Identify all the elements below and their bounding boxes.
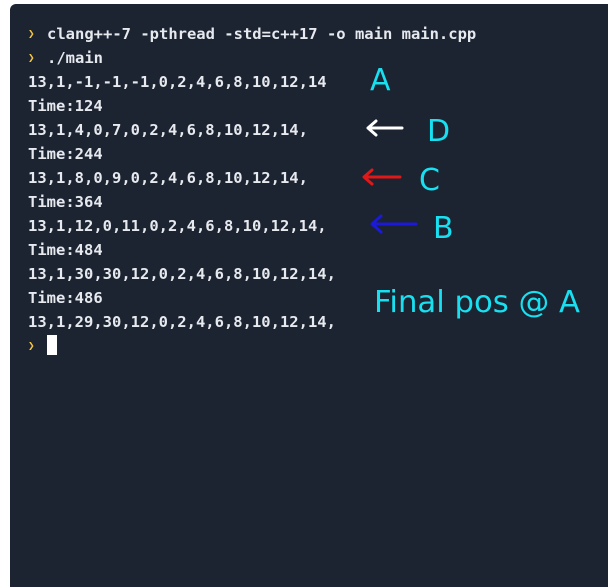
prompt-icon: ❯ <box>28 27 35 40</box>
output-line: 13,1,8,0,9,0,2,4,6,8,10,12,14, <box>28 169 308 187</box>
output-line: Time:486 <box>28 289 103 307</box>
prompt-icon: ❯ <box>28 339 35 352</box>
output-line: Time:364 <box>28 193 103 211</box>
output-line: Time:244 <box>28 145 103 163</box>
output-line: 13,1,29,30,12,0,2,4,6,8,10,12,14, <box>28 313 336 331</box>
text-cursor[interactable] <box>47 335 57 355</box>
input-line[interactable]: ❯ <box>28 334 476 358</box>
output-line: 13,1,4,0,7,0,2,4,6,8,10,12,14, <box>28 121 308 139</box>
output-line: Time:484 <box>28 241 103 259</box>
command-line: ❯ clang++-7 -pthread -std=c++17 -o main m… <box>28 22 476 46</box>
output-line: 13,1,-1,-1,-1,0,2,4,6,8,10,12,14 <box>28 73 327 91</box>
terminal-window[interactable]: ❯ clang++-7 -pthread -std=c++17 -o main m… <box>10 4 608 587</box>
output-line: 13,1,12,0,11,0,2,4,6,8,10,12,14, <box>28 217 327 235</box>
command-line: ❯ ./main <box>28 46 476 70</box>
command-text: ./main <box>47 49 103 67</box>
command-text: clang++-7 -pthread -std=c++17 -o main ma… <box>47 25 477 43</box>
terminal-output: ❯ clang++-7 -pthread -std=c++17 -o main m… <box>28 22 476 358</box>
output-line: 13,1,30,30,12,0,2,4,6,8,10,12,14, <box>28 265 336 283</box>
prompt-icon: ❯ <box>28 51 35 64</box>
output-line: Time:124 <box>28 97 103 115</box>
